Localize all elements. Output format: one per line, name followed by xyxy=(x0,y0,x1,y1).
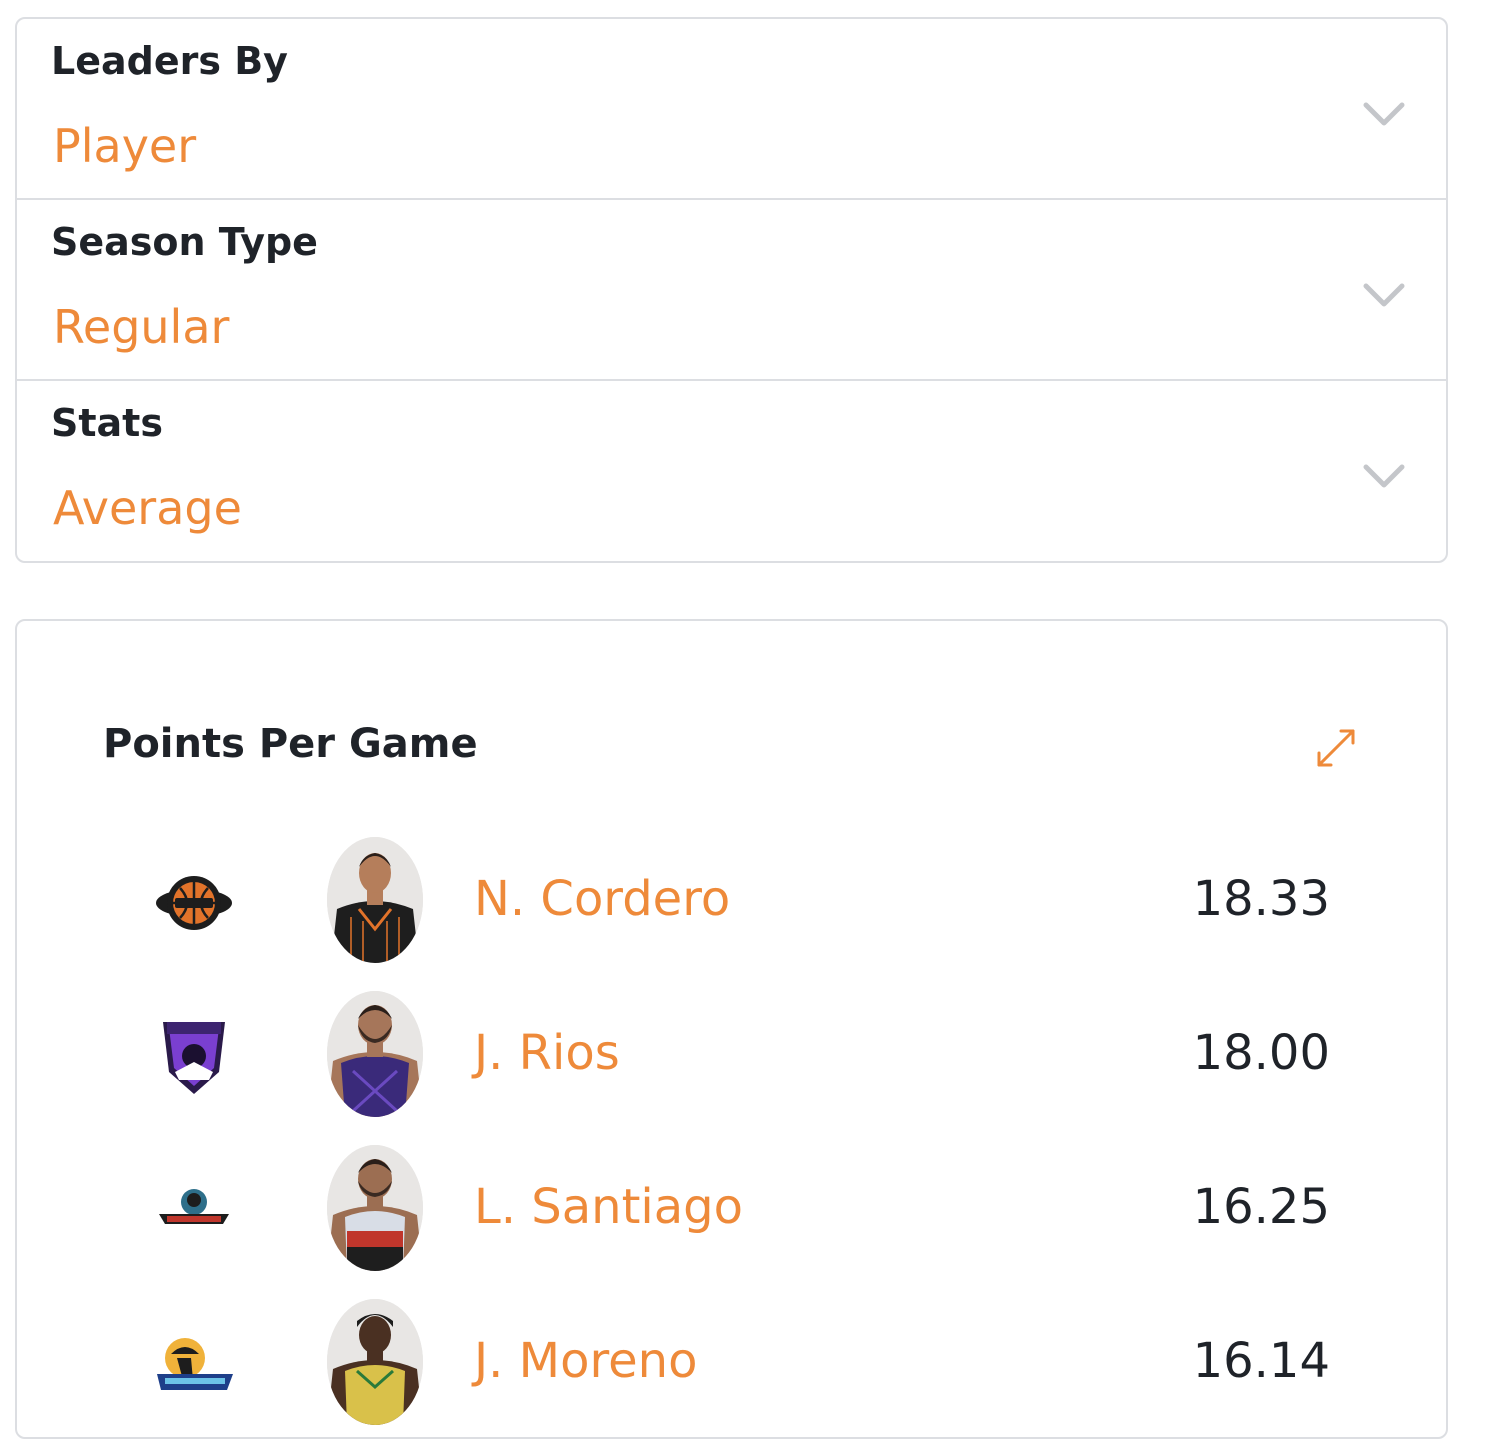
stat-value: 16.14 xyxy=(1192,1333,1330,1389)
player-avatar[interactable] xyxy=(327,1299,423,1425)
player-avatar[interactable] xyxy=(327,991,423,1117)
leader-row: L. Santiago 16.25 xyxy=(17,1145,1446,1275)
player-avatar[interactable] xyxy=(327,837,423,963)
stat-value: 18.00 xyxy=(1192,1025,1330,1081)
stats-select[interactable]: Stats Average xyxy=(17,381,1446,561)
chevron-down-icon xyxy=(1363,464,1405,488)
player-name-link[interactable]: J. Rios xyxy=(474,1025,620,1081)
player-avatar[interactable] xyxy=(327,1145,423,1271)
leader-row: J. Rios 18.00 xyxy=(17,991,1446,1121)
leaders-card: Points Per Game N. Cordero 18.33 J. Rios… xyxy=(15,619,1448,1439)
leader-row: N. Cordero 18.33 xyxy=(17,837,1446,967)
season-type-value: Regular xyxy=(53,300,230,354)
expand-arrows-icon[interactable] xyxy=(1313,725,1359,771)
llaneros-logo xyxy=(157,1338,233,1390)
leaders-by-select[interactable]: Leaders By Player xyxy=(17,19,1446,200)
player-name-link[interactable]: N. Cordero xyxy=(474,871,730,927)
stat-value: 18.33 xyxy=(1192,871,1330,927)
season-type-select[interactable]: Season Type Regular xyxy=(17,200,1446,381)
chevron-down-icon xyxy=(1363,102,1405,126)
chevron-down-icon xyxy=(1363,283,1405,307)
player-name-link[interactable]: J. Moreno xyxy=(474,1333,697,1389)
stats-label: Stats xyxy=(51,401,163,445)
leaders-by-label: Leaders By xyxy=(51,39,288,83)
leader-row: J. Moreno 16.14 xyxy=(17,1299,1446,1429)
filters-panel: Leaders By Player Season Type Regular St… xyxy=(15,17,1448,563)
card-title: Points Per Game xyxy=(103,721,478,767)
team-challenge-logo xyxy=(156,876,232,930)
stat-value: 16.25 xyxy=(1192,1179,1330,1235)
knights-logo xyxy=(163,1022,225,1094)
patriotas-logo xyxy=(159,1189,229,1224)
leaders-by-value: Player xyxy=(53,119,197,173)
season-type-label: Season Type xyxy=(51,220,318,264)
player-name-link[interactable]: L. Santiago xyxy=(474,1179,743,1235)
stats-value: Average xyxy=(53,481,242,535)
